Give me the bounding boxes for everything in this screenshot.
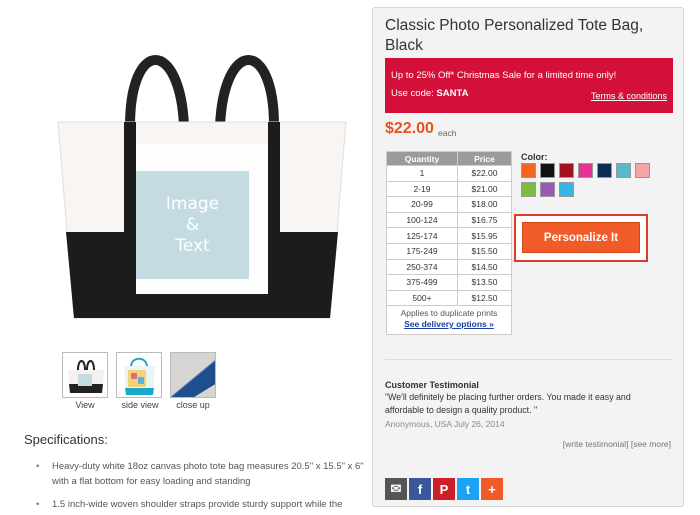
product-image: Image & Text — [52, 18, 352, 333]
personalize-highlight: Personalize It — [514, 214, 648, 262]
quantity-cell: 20-99 — [386, 196, 458, 213]
promo-code: SANTA — [436, 88, 469, 99]
divider — [385, 359, 673, 360]
facebook-icon[interactable]: f — [409, 478, 431, 500]
product-details-panel: Classic Photo Personalized Tote Bag, Bla… — [372, 7, 684, 507]
quantity-cell: 1 — [386, 165, 458, 182]
quantity-cell: 500+ — [386, 289, 458, 307]
image-text-placeholder: Image & Text — [165, 194, 220, 256]
promo-text: Up to 25% Off* Christmas Sale for a limi… — [391, 70, 617, 81]
terms-link[interactable]: Terms & conditions — [591, 91, 667, 101]
thumbnail-label: close up — [176, 400, 210, 410]
duplicate-prints-note: Applies to duplicate prints — [400, 308, 498, 318]
table-row: 375-499 $13.50 — [386, 274, 513, 291]
write-testimonial-link[interactable]: [write testimonial] — [563, 439, 629, 449]
price-cell: $12.50 — [456, 289, 513, 307]
thumbnail-side-view[interactable]: side view — [116, 352, 164, 410]
specification-item: 1.5 inch-wide woven shoulder straps prov… — [36, 497, 366, 512]
product-title: Classic Photo Personalized Tote Bag, Bla… — [385, 17, 644, 54]
color-swatch-light-pink[interactable] — [635, 163, 650, 178]
tote-bag-front-icon[interactable] — [62, 352, 108, 398]
color-swatch-purple[interactable] — [540, 182, 555, 197]
twitter-icon[interactable]: t — [457, 478, 479, 500]
price-cell: $21.00 — [456, 180, 513, 198]
color-swatch-orange[interactable] — [521, 163, 536, 178]
price-header: Price — [456, 151, 513, 166]
thumbnail-label: side view — [121, 400, 159, 410]
price-cell: $22.00 — [456, 165, 513, 182]
quantity-cell: 100-124 — [386, 211, 458, 229]
more-share-icon[interactable]: + — [481, 478, 503, 500]
price-suffix: each — [438, 128, 457, 138]
thumbnail-close-up[interactable]: close up — [170, 352, 216, 410]
table-row: 500+ $12.50 — [386, 289, 513, 307]
email-icon[interactable]: ✉ — [385, 478, 407, 500]
quantity-cell: 250-374 — [386, 258, 458, 276]
quantity-price-table: Quantity Price 1 $22.00 2-19 $21.00 20-99 $… — [386, 151, 513, 307]
table-row: 2-19 $21.00 — [386, 180, 513, 198]
price-cell: $13.50 — [456, 274, 513, 291]
promo-code-prefix: Use code: — [391, 88, 437, 99]
table-row: 250-374 $14.50 — [386, 258, 513, 276]
color-swatch-black[interactable] — [540, 163, 555, 178]
tote-bag-side-icon[interactable] — [116, 352, 162, 398]
price-cell: $15.95 — [456, 227, 513, 244]
delivery-options-link[interactable]: See delivery options » — [387, 319, 511, 330]
pinterest-icon[interactable]: P — [433, 478, 455, 500]
testimonial-text: "We'll definitely be placing further ord… — [385, 392, 631, 415]
quantity-cell: 125-174 — [386, 227, 458, 244]
table-row: 125-174 $15.95 — [386, 227, 513, 244]
thumbnail-label: View — [75, 400, 95, 410]
promo-banner: Up to 25% Off* Christmas Sale for a limi… — [385, 58, 673, 113]
testimonial-links: [write testimonial] [see more] — [563, 439, 671, 449]
share-bar: ✉ f P t + — [385, 478, 503, 500]
price-cell: $16.75 — [456, 211, 513, 229]
color-swatch-red[interactable] — [559, 163, 574, 178]
product-price: $22.00 — [385, 120, 434, 137]
color-swatch-teal[interactable] — [616, 163, 631, 178]
price-cell: $14.50 — [456, 258, 513, 276]
color-label: Color: — [521, 152, 548, 162]
specifications-title: Specifications: — [24, 432, 108, 447]
table-row: 1 $22.00 — [386, 165, 513, 182]
testimonial-meta: Anonymous, USA July 26, 2014 — [385, 419, 505, 429]
quantity-cell: 175-249 — [386, 242, 458, 260]
personalize-button[interactable]: Personalize It — [522, 222, 640, 253]
specifications-list: Heavy-duty white 18oz canvas photo tote … — [36, 459, 366, 515]
quantity-header: Quantity — [386, 151, 458, 166]
color-swatch-pink[interactable] — [578, 163, 593, 178]
color-swatch-navy[interactable] — [597, 163, 612, 178]
price-cell: $18.00 — [456, 196, 513, 213]
thumbnail-view[interactable]: View — [62, 352, 108, 410]
quantity-note: Applies to duplicate prints See delivery… — [386, 305, 512, 335]
quantity-cell: 375-499 — [386, 274, 458, 291]
table-row: 175-249 $15.50 — [386, 242, 513, 260]
see-more-link[interactable]: [see more] — [631, 439, 671, 449]
color-swatch-green[interactable] — [521, 182, 536, 197]
specification-item: Heavy-duty white 18oz canvas photo tote … — [36, 459, 366, 489]
testimonial-title: Customer Testimonial — [385, 380, 479, 390]
table-header-row: Quantity Price — [386, 151, 513, 166]
price-cell: $15.50 — [456, 242, 513, 260]
strap-closeup-icon[interactable] — [170, 352, 216, 398]
color-swatch-sky-blue[interactable] — [559, 182, 574, 197]
thumbnail-strip: View side view close up — [62, 352, 216, 410]
table-row: 100-124 $16.75 — [386, 211, 513, 229]
table-row: 20-99 $18.00 — [386, 196, 513, 213]
quantity-cell: 2-19 — [386, 180, 458, 198]
